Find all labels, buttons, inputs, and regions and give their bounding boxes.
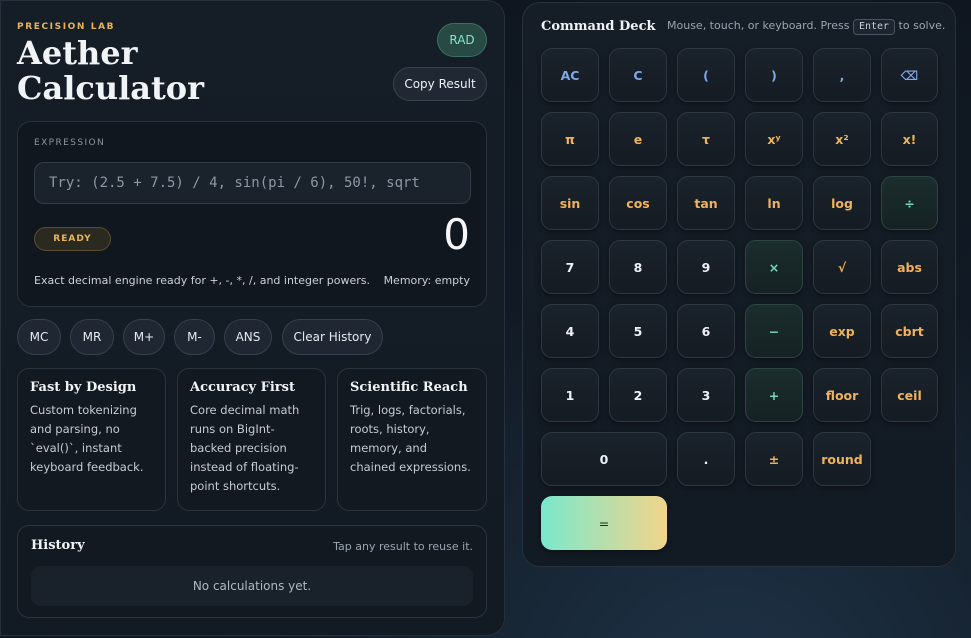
memory-subtract-button[interactable]: M-: [174, 319, 215, 355]
key-e[interactable]: e: [609, 112, 667, 166]
feature-card-accuracy: Accuracy First Core decimal math runs on…: [177, 368, 326, 511]
key-2[interactable]: 2: [609, 368, 667, 422]
key-exp[interactable]: exp: [813, 304, 871, 358]
key-log[interactable]: log: [813, 176, 871, 230]
memory-text: Memory: empty: [383, 274, 470, 287]
feature-body: Core decimal math runs on BigInt-backed …: [190, 403, 300, 493]
history-hint: Tap any result to reuse it.: [333, 540, 473, 553]
key-square[interactable]: x²: [813, 112, 871, 166]
result-display: 0: [443, 210, 470, 259]
key-negate[interactable]: ±: [745, 432, 803, 486]
key-multiply[interactable]: ×: [745, 240, 803, 294]
key-decimal[interactable]: .: [677, 432, 735, 486]
key-power[interactable]: xʸ: [745, 112, 803, 166]
feature-title: Accuracy First: [190, 380, 295, 395]
expression-label: EXPRESSION: [34, 138, 106, 148]
deck-hint-after: to solve.: [898, 19, 946, 32]
status-badge: READY: [34, 227, 111, 251]
title-line-2: Calculator: [17, 69, 204, 107]
key-subtract[interactable]: −: [745, 304, 803, 358]
expression-card: EXPRESSION Try: (2.5 + 7.5) / 4, sin(pi …: [17, 121, 487, 307]
history-title: History: [31, 538, 85, 553]
key-abs[interactable]: abs: [881, 240, 938, 294]
key-pi[interactable]: π: [541, 112, 599, 166]
history-empty-state: No calculations yet.: [31, 566, 473, 606]
angle-mode-toggle[interactable]: RAD: [437, 23, 487, 57]
feature-title: Fast by Design: [30, 380, 137, 395]
key-add[interactable]: +: [745, 368, 803, 422]
key-7[interactable]: 7: [541, 240, 599, 294]
key-8[interactable]: 8: [609, 240, 667, 294]
expression-input[interactable]: Try: (2.5 + 7.5) / 4, sin(pi / 6), 50!, …: [34, 162, 471, 204]
key-factorial[interactable]: x!: [881, 112, 938, 166]
key-all-clear[interactable]: AC: [541, 48, 599, 102]
title-line-1: Aether: [17, 34, 138, 72]
feature-title: Scientific Reach: [350, 380, 468, 395]
feature-card-scientific: Scientific Reach Trig, logs, factorials,…: [337, 368, 487, 511]
key-ceil[interactable]: ceil: [881, 368, 938, 422]
copy-result-button[interactable]: Copy Result: [393, 67, 487, 101]
enter-key-hint: Enter: [852, 19, 896, 35]
key-cos[interactable]: cos: [609, 176, 667, 230]
key-round[interactable]: round: [813, 432, 871, 486]
key-1[interactable]: 1: [541, 368, 599, 422]
calculator-panel: PRECISION LAB Aether Calculator RAD Copy…: [0, 0, 505, 636]
deck-hint-before: Mouse, touch, or keyboard. Press: [667, 19, 850, 32]
memory-add-button[interactable]: M+: [123, 319, 165, 355]
key-close-paren[interactable]: ): [745, 48, 803, 102]
key-comma[interactable]: ,: [813, 48, 871, 102]
key-3[interactable]: 3: [677, 368, 735, 422]
eyebrow-label: PRECISION LAB: [17, 22, 116, 32]
deck-title: Command Deck: [541, 19, 656, 34]
clear-history-button[interactable]: Clear History: [282, 319, 383, 355]
feature-card-speed: Fast by Design Custom tokenizing and par…: [17, 368, 166, 511]
key-9[interactable]: 9: [677, 240, 735, 294]
feature-body: Custom tokenizing and parsing, no `eval(…: [30, 403, 144, 474]
key-sqrt[interactable]: √: [813, 240, 871, 294]
key-cbrt[interactable]: cbrt: [881, 304, 938, 358]
history-card: History Tap any result to reuse it. No c…: [17, 525, 487, 618]
key-floor[interactable]: floor: [813, 368, 871, 422]
key-4[interactable]: 4: [541, 304, 599, 358]
key-open-paren[interactable]: (: [677, 48, 735, 102]
equals-button[interactable]: =: [541, 496, 667, 550]
deck-hint: Mouse, touch, or keyboard. Press Enter t…: [667, 19, 945, 35]
key-tau[interactable]: τ: [677, 112, 735, 166]
key-divide[interactable]: ÷: [881, 176, 938, 230]
memory-recall-button[interactable]: MR: [70, 319, 114, 355]
backspace-icon[interactable]: ⌫: [881, 48, 938, 102]
memory-clear-button[interactable]: MC: [17, 319, 61, 355]
status-text: Exact decimal engine ready for +, -, *, …: [34, 274, 370, 287]
command-deck-panel: Command Deck Mouse, touch, or keyboard. …: [522, 2, 956, 567]
key-6[interactable]: 6: [677, 304, 735, 358]
key-clear[interactable]: C: [609, 48, 667, 102]
key-5[interactable]: 5: [609, 304, 667, 358]
key-0[interactable]: 0: [541, 432, 667, 486]
feature-body: Trig, logs, factorials, roots, history, …: [350, 403, 471, 474]
key-tan[interactable]: tan: [677, 176, 735, 230]
app-title: Aether Calculator: [17, 36, 204, 106]
answer-button[interactable]: ANS: [224, 319, 272, 355]
key-sin[interactable]: sin: [541, 176, 599, 230]
key-ln[interactable]: ln: [745, 176, 803, 230]
